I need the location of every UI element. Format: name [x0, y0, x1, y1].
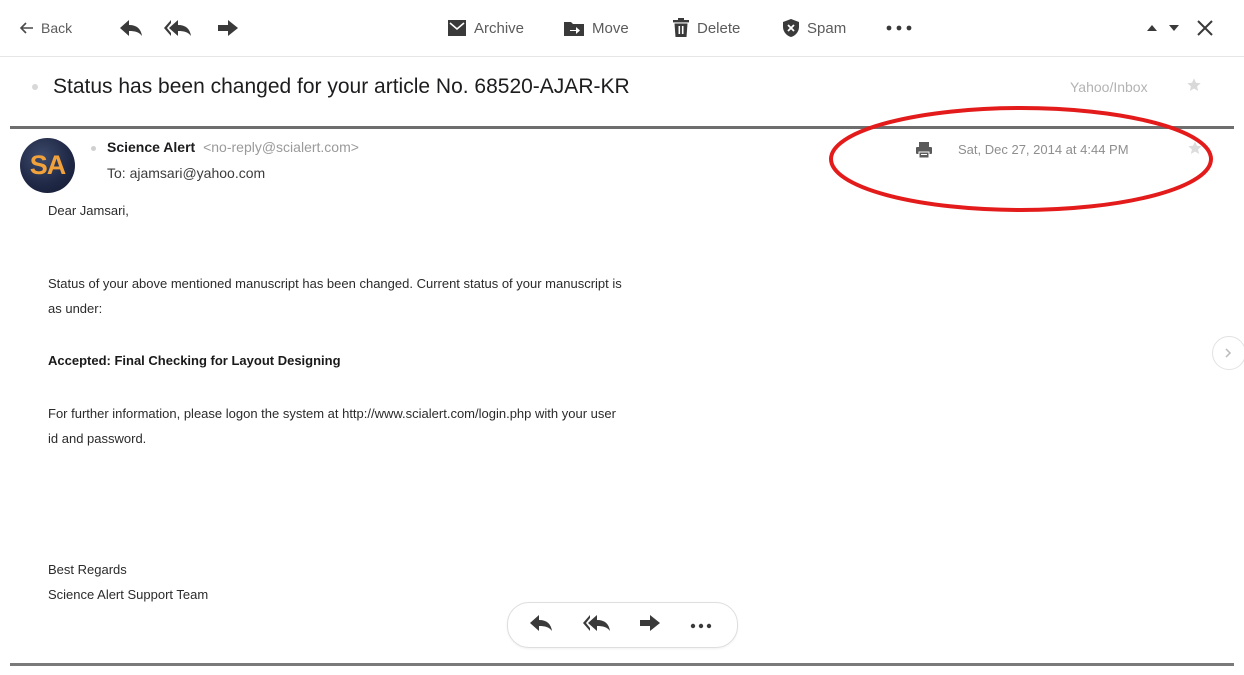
message-date: Sat, Dec 27, 2014 at 4:44 PM [958, 142, 1129, 157]
shield-icon [782, 18, 800, 38]
close-icon [1196, 19, 1214, 37]
next-pane-button[interactable] [1212, 336, 1244, 370]
reply-all-icon [582, 613, 612, 638]
move-folder-icon [563, 19, 585, 37]
reply-icon [118, 18, 144, 38]
sender-name[interactable]: Science Alert [107, 139, 195, 155]
reply-button[interactable] [118, 0, 144, 56]
more-actions-button[interactable] [886, 0, 912, 56]
recipient-line: To: ajamsari@yahoo.com [107, 165, 266, 181]
body-status: Accepted: Final Checking for Layout Desi… [48, 353, 341, 368]
forward-button[interactable] [216, 0, 240, 56]
body-paragraph-1-line-1: Status of your above mentioned manuscrip… [48, 276, 622, 291]
arrow-left-icon [20, 22, 34, 34]
archive-button[interactable]: Archive [447, 0, 524, 56]
email-reader-view: Back Archive Move Delete Spam Status has… [0, 0, 1244, 675]
message-toolbar: Back Archive Move Delete Spam [0, 0, 1244, 57]
body-closing-2: Science Alert Support Team [48, 587, 209, 602]
previous-message-button[interactable] [1146, 0, 1158, 56]
reply-icon [528, 613, 554, 638]
archive-label: Archive [474, 19, 525, 37]
quick-action-bar [507, 602, 738, 648]
avatar: SA [20, 138, 75, 193]
sender-dot [91, 146, 96, 151]
close-button[interactable] [1196, 0, 1214, 56]
delete-button[interactable]: Delete [672, 0, 740, 56]
quick-more-button[interactable] [690, 603, 712, 647]
forward-icon [216, 18, 240, 38]
sender-email: <no-reply@scialert.com> [203, 139, 359, 155]
delete-label: Delete [697, 19, 741, 37]
caret-down-icon [1168, 24, 1180, 32]
next-message-button[interactable] [1168, 0, 1180, 56]
move-button[interactable]: Move [563, 0, 629, 56]
back-button[interactable]: Back [20, 0, 72, 56]
move-label: Move [592, 19, 629, 37]
spam-button[interactable]: Spam [782, 0, 846, 56]
message-subject: Status has been changed for your article… [53, 75, 630, 98]
quick-reply-button[interactable] [528, 603, 554, 647]
body-closing-1: Best Regards [48, 562, 127, 577]
print-icon[interactable] [915, 141, 933, 164]
archive-icon [447, 19, 467, 37]
star-icon[interactable] [1187, 140, 1203, 161]
body-paragraph-2-line-1: For further information, please logon th… [48, 406, 616, 421]
chevron-right-icon [1224, 345, 1232, 361]
caret-up-icon [1146, 24, 1158, 32]
more-dots-icon [886, 25, 912, 31]
quick-reply-all-button[interactable] [582, 603, 612, 647]
folder-label[interactable]: Yahoo/Inbox [1070, 79, 1148, 95]
forward-icon [638, 613, 662, 638]
quick-forward-button[interactable] [638, 603, 662, 647]
footer-divider [10, 663, 1234, 666]
header-divider [10, 126, 1234, 129]
body-greeting: Dear Jamsari, [48, 203, 129, 218]
spam-label: Spam [807, 19, 847, 37]
reply-all-button[interactable] [163, 0, 193, 56]
avatar-initials: SA [29, 150, 67, 180]
body-paragraph-1-line-2: as under: [48, 301, 103, 316]
star-icon[interactable] [1186, 77, 1202, 98]
reply-all-icon [163, 18, 193, 38]
sender-line: Science Alert <no-reply@scialert.com> [107, 139, 359, 155]
more-dots-icon [690, 616, 712, 634]
subject-row: Status has been changed for your article… [0, 57, 1244, 125]
trash-icon [672, 18, 690, 38]
back-label: Back [41, 20, 73, 36]
unread-dot [32, 84, 38, 90]
body-paragraph-2-line-2: id and password. [48, 431, 147, 446]
